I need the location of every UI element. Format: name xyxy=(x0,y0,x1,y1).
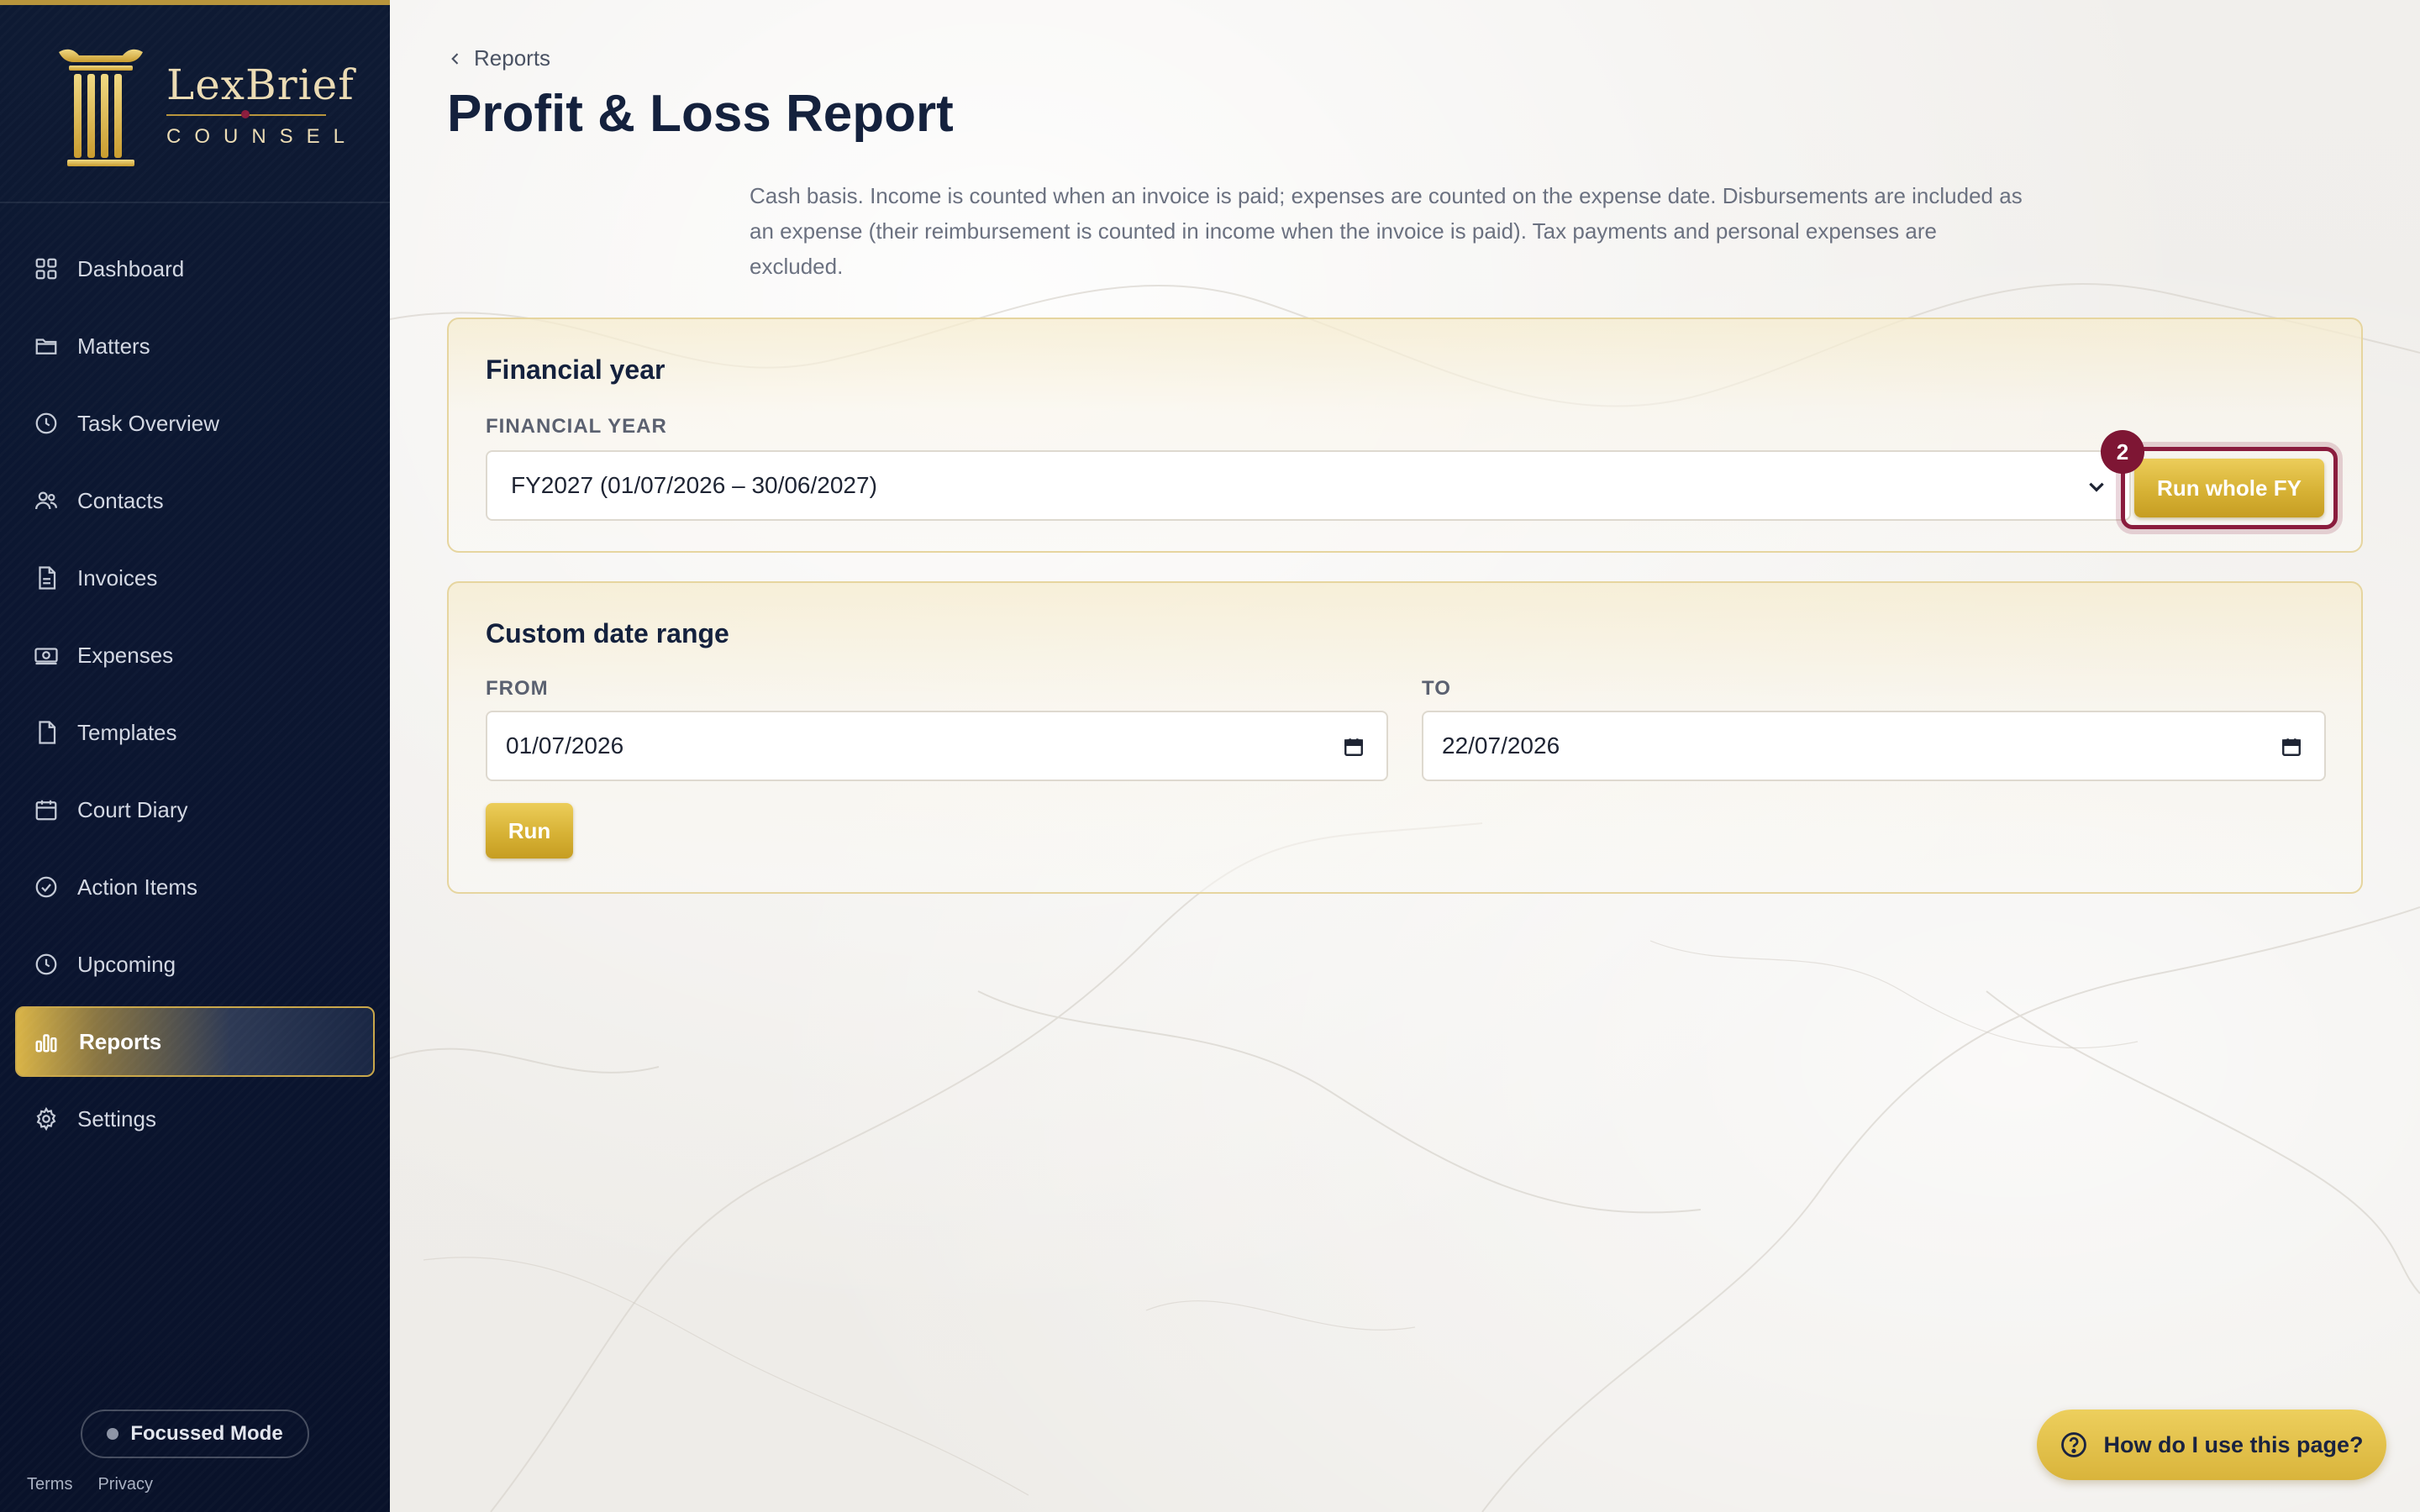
sidebar: LexBrief COUNSEL Dashboard Matters Task … xyxy=(0,0,390,1512)
sidebar-item-court-diary[interactable]: Court Diary xyxy=(15,774,375,845)
calendar-icon[interactable] xyxy=(1343,736,1365,758)
to-label: TO xyxy=(1422,677,1451,700)
question-circle-icon xyxy=(2061,1432,2087,1457)
users-icon xyxy=(35,491,57,510)
sidebar-item-dashboard[interactable]: Dashboard xyxy=(15,234,375,304)
brand[interactable]: LexBrief COUNSEL xyxy=(0,5,390,203)
breadcrumb-link[interactable]: Reports xyxy=(474,45,550,71)
sidebar-item-label: Upcoming xyxy=(77,951,176,977)
sidebar-item-label: Invoices xyxy=(77,564,158,591)
brand-subtitle: COUNSEL xyxy=(166,125,359,148)
run-button[interactable]: Run xyxy=(486,803,573,858)
sidebar-item-label: Action Items xyxy=(77,874,198,900)
calendar-icon[interactable] xyxy=(2281,736,2302,758)
pillar-logo-icon xyxy=(59,49,143,166)
clock-icon xyxy=(35,412,57,434)
help-label: How do I use this page? xyxy=(2103,1431,2364,1457)
chevron-down-icon xyxy=(2089,482,2104,492)
check-circle-icon xyxy=(35,876,57,898)
sidebar-nav: Dashboard Matters Task Overview Contacts… xyxy=(0,234,390,1161)
page-description: Cash basis. Income is counted when an in… xyxy=(750,183,2023,279)
focussed-mode-toggle[interactable]: Focussed Mode xyxy=(81,1410,309,1458)
legal-links: Terms Privacy xyxy=(27,1475,153,1494)
sidebar-item-label: Dashboard xyxy=(77,255,185,281)
main-content: Reports Profit & Loss Report Cash basis.… xyxy=(390,0,2420,1512)
calendar-icon xyxy=(35,800,57,821)
sidebar-item-label: Settings xyxy=(77,1105,156,1131)
chevron-left-icon xyxy=(451,52,459,65)
custom-range-heading: Custom date range xyxy=(486,618,729,648)
sidebar-item-label: Matters xyxy=(77,333,150,359)
to-date-input[interactable]: 22/07/2026 xyxy=(1422,711,2326,781)
from-label: FROM xyxy=(486,677,549,700)
privacy-link[interactable]: Privacy xyxy=(97,1475,153,1494)
financial-year-select[interactable]: FY2027 (01/07/2026 – 30/06/2027) xyxy=(486,450,2131,521)
sidebar-item-settings[interactable]: Settings xyxy=(15,1084,375,1154)
brand-divider xyxy=(166,110,326,118)
from-date-value: 01/07/2026 xyxy=(506,732,624,759)
invoice-icon xyxy=(39,566,56,590)
financial-year-card: Financial year FINANCIAL YEAR FY2027 (01… xyxy=(447,318,2363,553)
sidebar-item-contacts[interactable]: Contacts xyxy=(15,465,375,536)
sidebar-item-upcoming[interactable]: Upcoming xyxy=(15,929,375,1000)
financial-year-value: FY2027 (01/07/2026 – 30/06/2027) xyxy=(511,472,877,498)
sidebar-item-task-overview[interactable]: Task Overview xyxy=(15,388,375,459)
financial-year-label: FINANCIAL YEAR xyxy=(486,415,667,438)
brand-name: LexBrief xyxy=(166,60,355,109)
from-date-input[interactable]: 01/07/2026 xyxy=(486,711,1388,781)
sidebar-item-label: Templates xyxy=(77,719,177,745)
sidebar-item-label: Expenses xyxy=(77,642,174,668)
step-badge: 2 xyxy=(2101,430,2144,474)
sidebar-item-label: Task Overview xyxy=(77,410,220,436)
gear-icon xyxy=(36,1106,56,1131)
breadcrumb[interactable]: Reports xyxy=(447,45,550,71)
status-dot-icon xyxy=(107,1428,119,1440)
run-whole-fy-button[interactable]: Run whole FY xyxy=(2134,459,2324,517)
financial-year-heading: Financial year xyxy=(486,354,666,385)
sidebar-item-templates[interactable]: Templates xyxy=(15,697,375,768)
custom-date-range-card: Custom date range FROM 01/07/2026 TO 22/… xyxy=(447,581,2363,894)
grid-icon xyxy=(35,258,57,280)
sidebar-item-matters[interactable]: Matters xyxy=(15,311,375,381)
banknote-icon xyxy=(34,648,58,665)
sidebar-item-invoices[interactable]: Invoices xyxy=(15,543,375,613)
terms-link[interactable]: Terms xyxy=(27,1475,72,1494)
document-icon xyxy=(39,721,56,744)
bar-chart-icon xyxy=(35,1034,57,1053)
folder-icon xyxy=(35,339,57,354)
focussed-mode-label: Focussed Mode xyxy=(130,1422,283,1445)
sidebar-item-label: Reports xyxy=(79,1028,162,1054)
page-title: Profit & Loss Report xyxy=(447,85,954,143)
sidebar-item-action-items[interactable]: Action Items xyxy=(15,852,375,922)
help-button[interactable]: How do I use this page? xyxy=(2037,1410,2386,1480)
clock-icon xyxy=(35,953,57,975)
sidebar-item-label: Contacts xyxy=(77,487,164,513)
sidebar-item-expenses[interactable]: Expenses xyxy=(15,620,375,690)
to-date-value: 22/07/2026 xyxy=(1442,732,1560,759)
sidebar-item-reports[interactable]: Reports xyxy=(15,1006,375,1077)
sidebar-item-label: Court Diary xyxy=(77,796,188,822)
